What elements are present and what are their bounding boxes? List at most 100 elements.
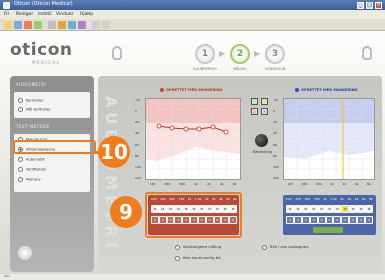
radio-icon: [175, 244, 180, 250]
masking-panel-right: 125 250 500 750 1k 1.5k 2k 3k 4k 6k 8k MMMMMMMMMMM…: [283, 195, 376, 235]
app-icon: [3, 1, 10, 9]
save-icon[interactable]: [14, 21, 22, 29]
refresh-icon[interactable]: [34, 21, 42, 29]
menu-settings[interactable]: Indstil: [38, 12, 52, 17]
sidebar-heading-test-method: TEST METODE: [16, 124, 50, 129]
status-text: Klar: [4, 274, 10, 278]
right-x-ticks: 125 250 500 1k 2k 4k 8k: [287, 182, 371, 186]
masking-cell[interactable]: M: [333, 205, 342, 213]
masking-cell[interactable]: A: [341, 216, 350, 224]
tool-icon[interactable]: [102, 21, 110, 29]
sidebar: AUDIOMETRI Kontroller Mål kontroller TES…: [10, 76, 94, 272]
audiogram-left-graph: [146, 99, 240, 179]
minimize-button[interactable]: _: [357, 1, 364, 9]
tool-icon[interactable]: [58, 21, 66, 29]
masking-cell[interactable]: A: [365, 216, 373, 224]
masking-right-row-1: MMMMMMMMMMM: [286, 205, 373, 213]
audiogram-tool-button[interactable]: [261, 98, 268, 105]
masking-cell[interactable]: A: [357, 216, 366, 224]
callout-highlight-9: [145, 192, 242, 238]
print-icon[interactable]: [24, 21, 32, 29]
masking-cell[interactable]: M: [349, 205, 358, 213]
menu-help[interactable]: Hjælp: [80, 12, 93, 17]
menu-file[interactable]: Fil: [4, 12, 9, 17]
status-bar: Klar: [0, 274, 385, 280]
masking-cell[interactable]: M: [286, 205, 294, 213]
radio-icon: [18, 98, 23, 103]
step-calibration-button[interactable]: 1: [195, 44, 215, 64]
masking-cell[interactable]: M: [309, 205, 318, 213]
masking-cell[interactable]: A: [301, 216, 310, 224]
step-measure-button[interactable]: 2: [230, 44, 250, 64]
right-y-ticks: -10 0 20 40 60 80 100 120: [273, 98, 279, 180]
step-review-button[interactable]: 3: [265, 44, 285, 64]
callout-highlight-10: [13, 140, 96, 154]
sidebar-group-controls: Kontroller Mål kontroller: [14, 92, 90, 118]
step-review-label: GENNEMGÅ: [264, 67, 286, 71]
masking-cell[interactable]: A: [349, 216, 358, 224]
masking-cell[interactable]: A: [317, 216, 326, 224]
audiogram-right-graph: [284, 99, 374, 179]
left-y-ticks: -10 0 20 40 60 80 100 120: [135, 98, 141, 180]
masking-cell[interactable]: A: [333, 216, 342, 224]
title-bar: Oticon (Oticon Medical) _ □ ×: [0, 0, 385, 10]
ear-icon-right: [362, 46, 372, 60]
option-non-continuous-time[interactable]: Ikke kontinuerlig tid: [175, 255, 221, 261]
masking-cell[interactable]: A: [286, 216, 294, 224]
audiogram-tool-button[interactable]: [251, 98, 258, 105]
left-ear-symbol-button[interactable]: ○: [251, 108, 258, 115]
option-simultaneous-measurement[interactable]: Samtidighed måling: [175, 244, 221, 250]
radio-icon: [18, 107, 23, 112]
audiogram-right[interactable]: [283, 98, 375, 180]
tool-icon[interactable]: [48, 21, 56, 29]
status-dot-icon: [160, 88, 164, 92]
sidebar-item-controls[interactable]: Kontroller: [18, 98, 43, 103]
masking-cell[interactable]: M: [357, 205, 366, 213]
masking-cell[interactable]: A: [293, 216, 302, 224]
masking-cell[interactable]: A: [309, 216, 318, 224]
masking-right-row-2: AAAAAAAAAAA: [286, 216, 373, 224]
masking-cell[interactable]: M: [301, 205, 310, 213]
step-measure-label: MÅLING: [233, 67, 247, 71]
masking-cell[interactable]: M: [325, 205, 334, 213]
sidebar-item-target-controls[interactable]: Mål kontroller: [18, 107, 51, 112]
tool-icon[interactable]: [68, 21, 76, 29]
menu-edit[interactable]: Rediger: [16, 12, 33, 17]
audiogram-left[interactable]: [145, 98, 241, 180]
menu-bar: Fil Rediger Indstil Vinduer Hjælp: [0, 10, 385, 19]
sidebar-item-memory[interactable]: Memory: [18, 177, 41, 182]
masking-right-action-bar[interactable]: [313, 227, 343, 233]
help-icon[interactable]: [18, 246, 32, 260]
option-stay-in-audiogram[interactable]: Bliv i ens audiogram: [262, 244, 309, 250]
radio-icon: [18, 177, 23, 182]
radio-icon: [175, 255, 180, 261]
right-ear-symbol-button[interactable]: ×: [261, 108, 268, 115]
radio-icon: [18, 167, 23, 172]
open-icon[interactable]: [4, 21, 12, 29]
menu-windows[interactable]: Vinduer: [56, 12, 73, 17]
maximize-button[interactable]: □: [366, 1, 373, 9]
tool-icon[interactable]: [78, 21, 86, 29]
tool-icon[interactable]: [92, 21, 100, 29]
bone-conduction-icon[interactable]: [255, 134, 268, 147]
callout-badge-9: 9: [110, 196, 142, 228]
window-title: Oticon (Oticon Medical): [14, 1, 73, 7]
close-button[interactable]: ×: [375, 1, 382, 9]
masking-cell[interactable]: M: [293, 205, 302, 213]
vertical-section-label: AUDIOMETRI: [102, 96, 120, 253]
left-x-ticks: 125 250 500 1k 2k 4k 8k: [149, 182, 237, 186]
ear-icon-left: [112, 46, 122, 60]
masking-cell[interactable]: M: [365, 205, 373, 213]
right-ear-status: OPRETTET MED MASKERING: [295, 88, 358, 92]
masking-right-freq-header: 125 250 500 750 1k 1.5k 2k 3k 4k 6k 8k: [286, 197, 373, 201]
sidebar-heading-audiometry: AUDIOMETRI: [16, 82, 47, 87]
masking-cell[interactable]: A: [325, 216, 334, 224]
sidebar-item-verification[interactable]: Verifikation: [18, 167, 46, 172]
radio-icon: [18, 157, 23, 162]
oticon-logo-sub: MEDICAL: [32, 60, 61, 65]
masking-cell-selected[interactable]: M: [341, 205, 350, 213]
status-dot-icon: [295, 88, 299, 92]
sidebar-item-automatic[interactable]: Automatik: [18, 157, 45, 162]
callout-badge-10: 10: [98, 136, 130, 168]
masking-cell[interactable]: M: [317, 205, 326, 213]
